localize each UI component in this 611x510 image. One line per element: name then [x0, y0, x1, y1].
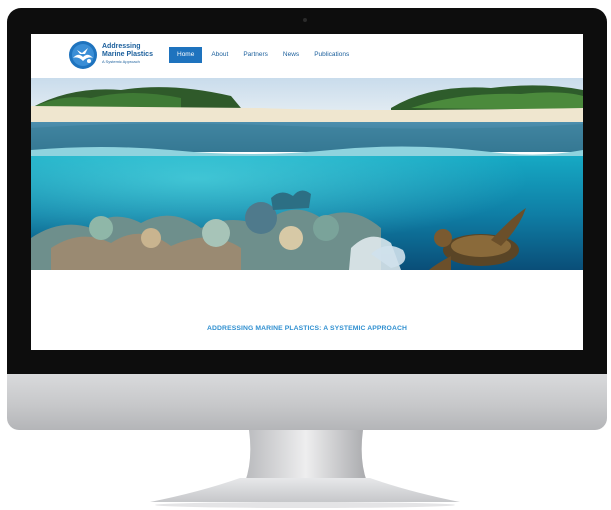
nav-item-publications[interactable]: Publications [308, 47, 355, 63]
brand-tagline: A Systemic Approach [102, 59, 140, 64]
hero-banner-image [31, 78, 583, 270]
brand-line-2: Marine Plastics [102, 51, 153, 58]
screen: Addressing Marine Plastics A Systemic Ap… [31, 34, 583, 350]
globe-bird-logo-icon[interactable] [68, 40, 98, 70]
nav-item-home[interactable]: Home [169, 47, 203, 63]
page-tagline: ADDRESSING MARINE PLASTICS: A SYSTEMIC A… [207, 325, 407, 332]
monitor-chin [7, 374, 607, 430]
brand-line-1: Addressing [102, 43, 141, 50]
monitor-stand-neck [245, 430, 367, 482]
brand-name[interactable]: Addressing Marine Plastics A Systemic Ap… [102, 43, 153, 64]
imac-monitor: Addressing Marine Plastics A Systemic Ap… [7, 8, 607, 430]
main-navigation: Home About Partners News Publications [169, 47, 358, 63]
monitor-stand-base [150, 478, 460, 508]
nav-item-news[interactable]: News [277, 47, 305, 63]
site-header: Addressing Marine Plastics A Systemic Ap… [31, 34, 583, 76]
monitor-bezel: Addressing Marine Plastics A Systemic Ap… [7, 8, 607, 374]
nav-item-partners[interactable]: Partners [237, 47, 274, 63]
nav-item-about[interactable]: About [205, 47, 234, 63]
camera-icon [303, 18, 307, 22]
